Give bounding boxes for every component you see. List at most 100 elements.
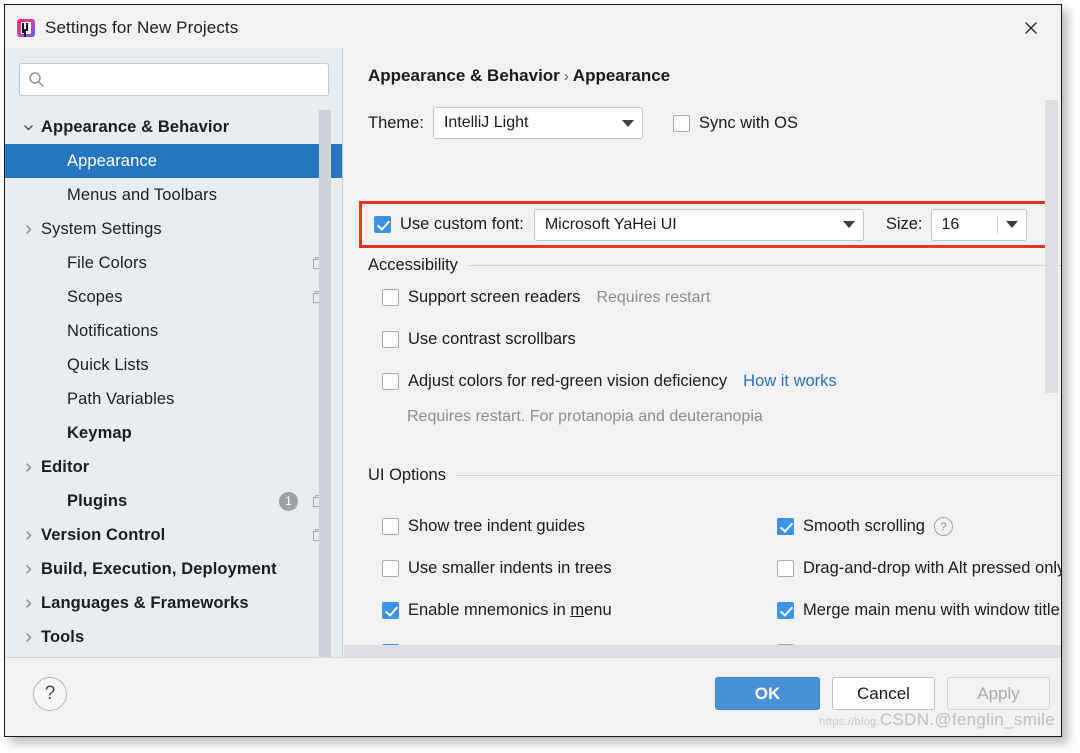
sidebar-item-label: System Settings [41,219,162,238]
chevron-down-icon[interactable] [998,221,1026,228]
search-field[interactable] [19,63,329,96]
support-screen-readers-helper: Requires restart [596,288,711,306]
custom-font-dropdown[interactable]: Microsoft YaHei UI [533,208,864,241]
settings-tree: Appearance & Behavior Appearance Menus and… [5,110,342,658]
sidebar-item-keymap[interactable]: Keymap [5,416,342,450]
chevron-right-icon[interactable] [15,563,41,576]
font-size-dropdown[interactable]: 16 [930,208,1027,241]
sidebar-scrollbar[interactable] [318,110,332,658]
use-contrast-scrollbars-row[interactable]: Use contrast scrollbars [382,330,576,349]
help-button[interactable]: ? [33,677,67,711]
cancel-button[interactable]: Cancel [832,677,935,710]
sidebar-item-system-settings[interactable]: System Settings [5,212,342,246]
theme-label: Theme: [368,113,424,132]
chevron-down-icon [835,221,863,228]
drag-and-drop-alt-checkbox[interactable] [777,560,794,577]
close-icon[interactable] [1015,13,1047,41]
enable-mnemonics-menu-checkbox[interactable] [382,602,399,619]
sidebar-item-label: Scopes [67,287,123,306]
merge-main-menu-checkbox[interactable] [777,602,794,619]
use-contrast-scrollbars-checkbox[interactable] [382,331,399,348]
sidebar-item-label: Keymap [67,423,132,442]
support-screen-readers-row[interactable]: Support screen readers Requires restart [382,288,710,307]
sidebar-item-scopes[interactable]: Scopes [5,280,342,314]
adjust-colors-row[interactable]: Adjust colors for red-green vision defic… [382,372,837,391]
theme-dropdown-value: IntelliJ Light [443,114,529,131]
sidebar-item-label: Menus and Toolbars [67,185,218,204]
breadcrumb-parent[interactable]: Appearance & Behavior [368,66,560,85]
sidebar-item-label: Version Control [41,525,166,544]
chevron-right-icon[interactable] [15,529,41,542]
smooth-scrolling-row[interactable]: Smooth scrolling ? [777,517,953,536]
content-vertical-scrollbar-thumb[interactable] [1045,100,1058,393]
support-screen-readers-checkbox[interactable] [382,289,399,306]
chevron-right-icon[interactable] [15,597,41,610]
search-input[interactable] [53,63,321,96]
accessibility-note: Requires restart. For protanopia and deu… [407,408,763,425]
show-tree-indent-guides-label: Show tree indent guides [408,517,586,535]
help-circle-icon[interactable]: ? [933,517,953,536]
title-bar: Settings for New Projects [5,5,1061,48]
ui-options-section-title: UI Options [368,466,446,484]
sidebar-scrollbar-thumb[interactable] [319,110,331,658]
content-vertical-scrollbar[interactable] [1045,48,1058,644]
sidebar-item-appearance-behavior[interactable]: Appearance & Behavior [5,110,342,144]
sidebar-item-appearance[interactable]: Appearance [5,144,342,178]
how-it-works-link[interactable]: How it works [743,372,837,391]
enable-mnemonics-menu-row[interactable]: Enable mnemonics in menu [382,601,612,620]
sidebar-item-file-colors[interactable]: File Colors [5,246,342,280]
chevron-down-icon [614,119,642,127]
search-icon [28,71,45,88]
custom-font-dropdown-value: Microsoft YaHei UI [544,215,677,233]
intellij-idea-icon [17,19,35,37]
apply-button: Apply [947,677,1050,710]
sidebar-item-label: Quick Lists [67,355,149,374]
chevron-right-icon[interactable] [15,631,41,644]
use-smaller-indents-row[interactable]: Use smaller indents in trees [382,559,612,578]
sidebar-item-tools[interactable]: Tools [5,620,342,654]
sync-with-os-checkbox[interactable] [672,114,690,132]
sidebar-item-version-control[interactable]: Version Control [5,518,342,552]
sidebar-item-quick-lists[interactable]: Quick Lists [5,348,342,382]
font-size-value[interactable]: 16 [932,215,998,234]
show-tree-indent-guides-checkbox[interactable] [382,518,399,535]
sidebar-item-label: Notifications [67,321,159,340]
sidebar-item-path-variables[interactable]: Path Variables [5,382,342,416]
ok-button[interactable]: OK [715,677,820,710]
breadcrumb-current: Appearance [572,66,671,85]
sidebar-item-label: Tools [41,627,85,646]
watermark-prefix: https://blog. [819,716,880,728]
use-custom-font-checkbox[interactable] [374,216,391,233]
accessibility-section-title: Accessibility [368,256,458,274]
chevron-down-icon[interactable] [15,121,41,134]
watermark-text: CSDN.@fenglin_smile [879,710,1055,729]
use-contrast-scrollbars-label: Use contrast scrollbars [408,330,576,348]
settings-sidebar: Appearance & Behavior Appearance Menus and… [5,48,343,658]
theme-dropdown[interactable]: IntelliJ Light [432,107,643,139]
breadcrumb-separator: › [563,68,569,85]
chevron-right-icon[interactable] [15,461,41,474]
drag-and-drop-alt-label: Drag-and-drop with Alt pressed only [803,559,1061,577]
sidebar-item-build-execution-deployment[interactable]: Build, Execution, Deployment [5,552,342,586]
settings-content-panel: Appearance & Behavior › Appearance Theme: … [344,48,1061,658]
sidebar-item-plugins[interactable]: Plugins 1 [5,484,342,518]
chevron-right-icon[interactable] [15,223,41,236]
sidebar-item-label: File Colors [67,253,147,272]
watermark: https://blog.CSDN.@fenglin_smile [819,710,1055,730]
sidebar-item-label: Editor [41,457,90,476]
sidebar-item-languages-frameworks[interactable]: Languages & Frameworks [5,586,342,620]
use-smaller-indents-label: Use smaller indents in trees [408,559,612,577]
sidebar-item-label: Plugins [67,491,128,510]
sync-with-os-checkbox-row[interactable]: Sync with OS [672,114,798,133]
smooth-scrolling-checkbox[interactable] [777,518,794,535]
adjust-colors-checkbox[interactable] [382,373,399,390]
merge-main-menu-row[interactable]: Merge main menu with window title [777,601,1060,620]
show-tree-indent-guides-row[interactable]: Show tree indent guides [382,517,585,536]
sidebar-item-editor[interactable]: Editor [5,450,342,484]
sidebar-item-notifications[interactable]: Notifications [5,314,342,348]
sidebar-item-menus-and-toolbars[interactable]: Menus and Toolbars [5,178,342,212]
ui-options-section-header: UI Options [368,466,1061,485]
sidebar-item-label: Appearance [67,151,157,170]
drag-and-drop-alt-row[interactable]: Drag-and-drop with Alt pressed only [777,559,1061,578]
use-smaller-indents-checkbox[interactable] [382,560,399,577]
